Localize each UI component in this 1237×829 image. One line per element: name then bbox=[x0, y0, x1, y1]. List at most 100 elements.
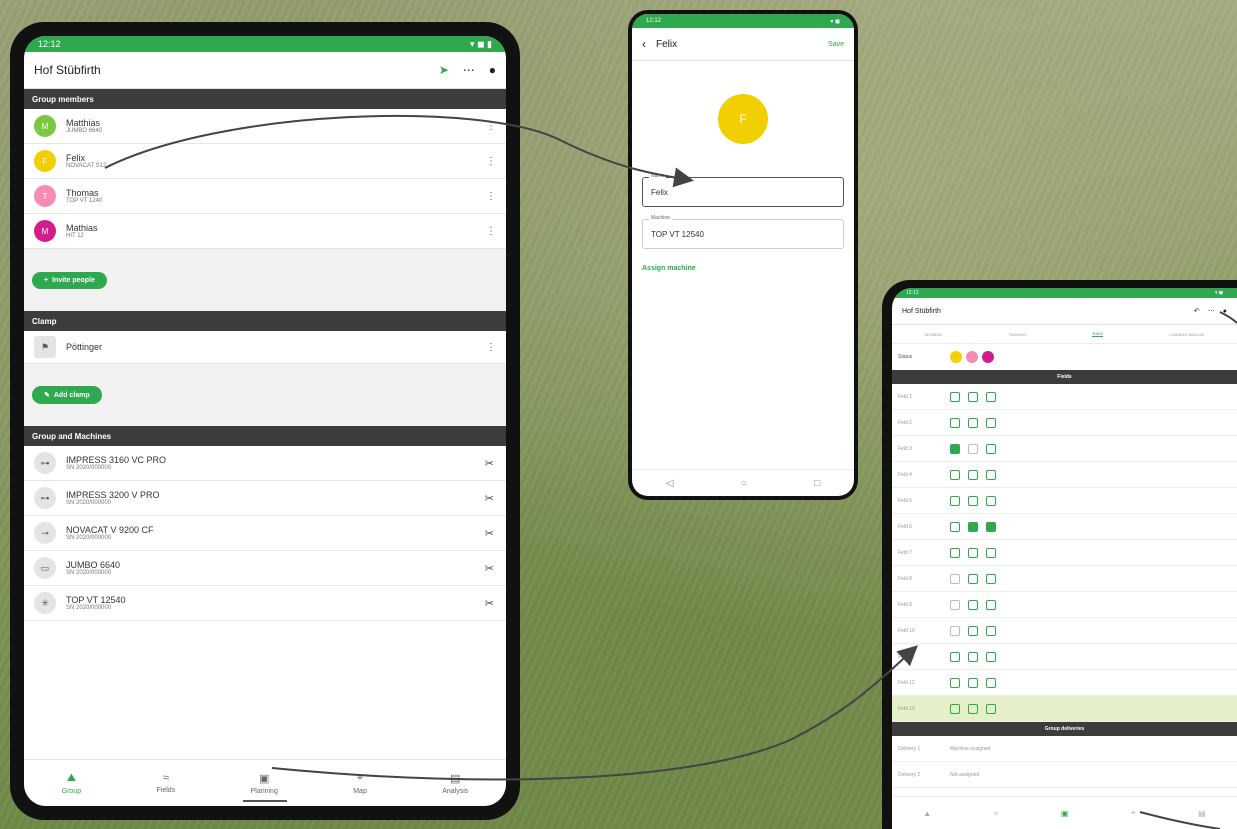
back-nav-icon[interactable]: ◁ bbox=[666, 478, 674, 489]
person-dot-pink[interactable] bbox=[966, 351, 978, 363]
status-checkbox[interactable] bbox=[986, 391, 996, 402]
status-checkbox[interactable] bbox=[950, 469, 960, 480]
save-button[interactable]: Save bbox=[828, 41, 844, 48]
member-row[interactable]: T Thomas TOP VT 1240 ⋮ bbox=[24, 179, 506, 214]
more-icon[interactable]: ⋯ bbox=[463, 63, 475, 77]
person-dot-magenta[interactable] bbox=[982, 351, 994, 363]
fields-icon[interactable]: ≈ bbox=[994, 809, 998, 818]
status-checkbox[interactable] bbox=[986, 417, 996, 428]
status-checkbox[interactable] bbox=[986, 625, 996, 636]
kebab-menu-icon[interactable]: ⋮ bbox=[486, 156, 496, 167]
planning-title: Hof Stübfirth bbox=[902, 307, 941, 315]
status-checkbox[interactable] bbox=[986, 651, 996, 662]
planning-screen: 12:12 ▾ ◼ Hof Stübfirth ↶ ⋯ ● MOWING TEDDI… bbox=[892, 288, 1237, 829]
account-icon[interactable]: ● bbox=[489, 63, 496, 77]
tool-icon[interactable]: ✂ bbox=[485, 492, 494, 505]
machine-row[interactable]: ⊶ IMPRESS 3200 V PRO SN 2020/000000 ✂ bbox=[24, 481, 506, 516]
member-row[interactable]: M Matthias JUMBO 6640 ⋮ bbox=[24, 109, 506, 144]
nav-item-fields[interactable]: ≈ Fields bbox=[157, 772, 176, 794]
send-icon[interactable]: ➤ bbox=[439, 63, 449, 77]
status-checkbox[interactable] bbox=[968, 391, 978, 402]
tool-icon[interactable]: ✂ bbox=[485, 562, 494, 575]
status-checkbox[interactable] bbox=[968, 443, 978, 454]
nav-item-group[interactable]: ⛰ Group bbox=[62, 772, 81, 795]
status-checkbox[interactable] bbox=[968, 547, 978, 558]
kebab-menu-icon[interactable]: ⋮ bbox=[486, 226, 496, 237]
nav-item-map[interactable]: ⌖ Map bbox=[353, 772, 367, 795]
status-checkbox[interactable] bbox=[968, 703, 978, 714]
tab-tedding[interactable]: TEDDING bbox=[1008, 332, 1026, 337]
kebab-menu-icon[interactable]: ⋮ bbox=[486, 121, 496, 132]
status-checkbox[interactable] bbox=[986, 703, 996, 714]
status-checkbox[interactable] bbox=[968, 469, 978, 480]
name-field[interactable]: Name Felix bbox=[642, 173, 844, 207]
add-clamp-button[interactable]: ✎ Add clamp bbox=[32, 386, 102, 404]
status-checkbox[interactable] bbox=[968, 625, 978, 636]
home-nav-icon[interactable]: ○ bbox=[741, 478, 747, 489]
clamp-item[interactable]: ⚑ Pöttinger ⋮ bbox=[24, 331, 506, 364]
status-checkbox[interactable] bbox=[968, 521, 978, 532]
map-icon[interactable]: ⌖ bbox=[1131, 808, 1136, 818]
tool-icon[interactable]: ✂ bbox=[485, 597, 494, 610]
machine-row[interactable]: ✳ TOP VT 12540 SN 2020/000000 ✂ bbox=[24, 586, 506, 621]
status-checkbox[interactable] bbox=[986, 495, 996, 506]
status-checkbox[interactable] bbox=[950, 547, 960, 558]
member-row[interactable]: F Felix NOVACAT S12 ⋮ bbox=[24, 144, 506, 179]
status-checkbox[interactable] bbox=[986, 469, 996, 480]
status-checkbox[interactable] bbox=[950, 677, 960, 688]
status-checkbox[interactable] bbox=[968, 677, 978, 688]
status-checkbox[interactable] bbox=[950, 521, 960, 532]
machine-field[interactable]: Machine TOP VT 12540 bbox=[642, 215, 844, 249]
status-checkbox[interactable] bbox=[950, 417, 960, 428]
status-checkbox[interactable] bbox=[986, 547, 996, 558]
status-checkbox[interactable] bbox=[950, 391, 960, 402]
delivery-row[interactable]: Delivery 1 Machine assigned bbox=[892, 736, 1237, 762]
back-arrow-icon[interactable]: ‹ bbox=[642, 37, 646, 51]
status-checkbox[interactable] bbox=[950, 625, 960, 636]
machine-row[interactable]: ⊸ NOVACAT V 9200 CF SN 2020/000000 ✂ bbox=[24, 516, 506, 551]
planning-icon[interactable]: ▣ bbox=[1061, 809, 1069, 818]
status-checkbox[interactable] bbox=[968, 573, 978, 584]
status-checkbox[interactable] bbox=[950, 703, 960, 714]
kebab-menu-icon[interactable]: ⋮ bbox=[486, 191, 496, 202]
delivery-row[interactable]: Delivery 2 Not assigned bbox=[892, 762, 1237, 788]
status-checkbox[interactable] bbox=[950, 651, 960, 662]
machine-row[interactable]: ▭ JUMBO 6640 SN 2020/000000 ✂ bbox=[24, 551, 506, 586]
tool-icon[interactable]: ✂ bbox=[485, 457, 494, 470]
assign-machine-link[interactable]: Assign machine bbox=[632, 249, 854, 288]
status-checkbox[interactable] bbox=[986, 443, 996, 454]
status-checkbox[interactable] bbox=[950, 495, 960, 506]
recents-nav-icon[interactable]: □ bbox=[814, 478, 820, 489]
edit-icon: ✎ bbox=[44, 392, 50, 399]
status-checkbox[interactable] bbox=[986, 573, 996, 584]
nav-item-planning[interactable]: ▣ Planning bbox=[251, 772, 278, 795]
kebab-menu-icon[interactable]: ⋮ bbox=[486, 342, 496, 353]
undo-icon[interactable]: ↶ bbox=[1194, 307, 1200, 315]
machine-name: IMPRESS 3200 V PRO bbox=[66, 490, 160, 500]
more-icon[interactable]: ⋯ bbox=[1208, 307, 1215, 315]
status-checkbox[interactable] bbox=[968, 599, 978, 610]
invite-people-button[interactable]: + Invite people bbox=[32, 271, 107, 289]
status-checkbox[interactable] bbox=[968, 417, 978, 428]
nav-item-analysis[interactable]: ▤ Analysis bbox=[442, 772, 468, 795]
rake-icon: ✳ bbox=[34, 592, 56, 614]
status-checkbox[interactable] bbox=[950, 573, 960, 584]
status-checkbox[interactable] bbox=[986, 521, 996, 532]
tab-loading-wagon[interactable]: LOADING WAGON bbox=[1169, 332, 1204, 337]
status-checkbox[interactable] bbox=[968, 651, 978, 662]
status-checkbox[interactable] bbox=[968, 495, 978, 506]
group-icon[interactable]: ▲ bbox=[923, 809, 931, 818]
analysis-icon[interactable]: ▤ bbox=[1198, 809, 1206, 818]
tab-mowing[interactable]: MOWING bbox=[925, 332, 942, 337]
tab-rake[interactable]: RAKE bbox=[1092, 331, 1104, 337]
status-checkbox[interactable] bbox=[986, 677, 996, 688]
avatar[interactable]: F bbox=[718, 94, 768, 144]
status-checkbox[interactable] bbox=[950, 599, 960, 610]
account-icon[interactable]: ● bbox=[1223, 308, 1227, 315]
machine-row[interactable]: ⊶ IMPRESS 3160 VC PRO SN 2020/000000 ✂ bbox=[24, 446, 506, 481]
member-row[interactable]: M Mathias HIT 12 ⋮ bbox=[24, 214, 506, 249]
person-dot-yellow[interactable] bbox=[950, 351, 962, 363]
status-checkbox[interactable] bbox=[986, 599, 996, 610]
tool-icon[interactable]: ✂ bbox=[485, 527, 494, 540]
status-checkbox[interactable] bbox=[950, 443, 960, 454]
